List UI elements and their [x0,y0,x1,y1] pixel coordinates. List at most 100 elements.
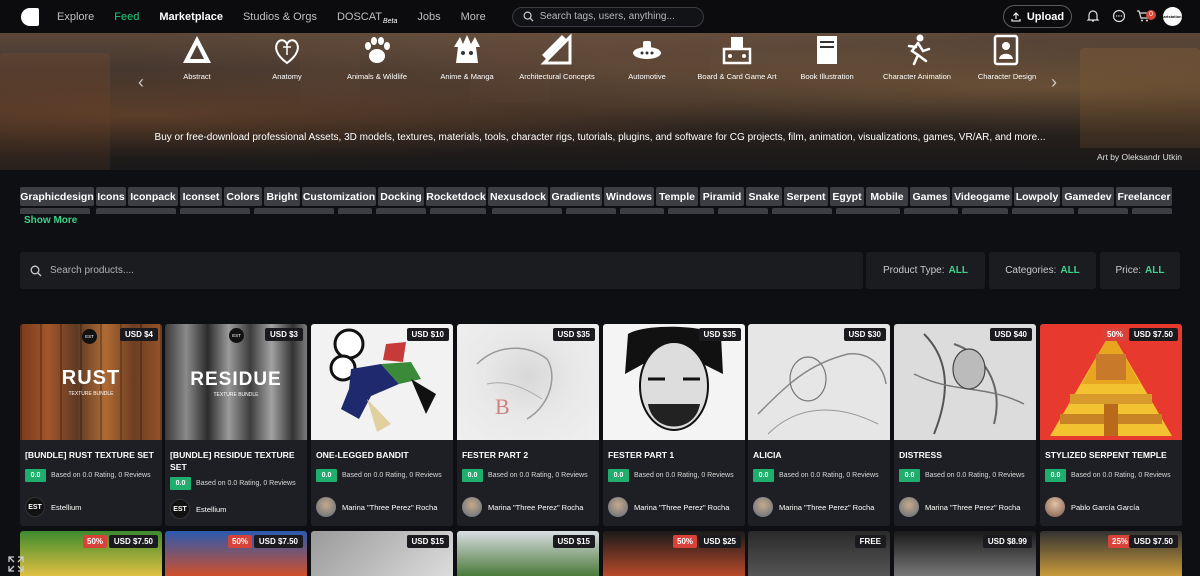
nav-studios[interactable]: Studios & Orgs [243,11,317,23]
product-title[interactable]: ONE-LEGGED BANDIT [316,449,448,461]
category-anime[interactable]: Anime & Manga [422,32,512,81]
show-more-tags-link[interactable]: Show More [24,215,77,226]
tag-chip[interactable]: Gradients [550,187,602,206]
author[interactable]: EST Estellium [25,497,81,517]
category-anatomy[interactable]: Anatomy [242,32,332,81]
categories-filter[interactable]: Categories: ALL [989,252,1096,289]
author[interactable]: Marina "Three Perez" Rocha [753,497,874,517]
tag-chip[interactable]: Graphicdesign [20,187,94,206]
tag-chip[interactable]: Nexusdock [488,187,548,206]
product-card[interactable]: B USD $35 FESTER PART 2 0.0 Based on 0.0 … [457,324,599,526]
category-abstract[interactable]: Abstract [152,32,242,81]
product-title[interactable]: ALICIA [753,449,885,461]
tag-chip[interactable]: Serpent [784,187,828,206]
nav-more[interactable]: More [461,11,486,23]
product-title[interactable]: FESTER PART 2 [462,449,594,461]
author[interactable]: Marina "Three Perez" Rocha [462,497,583,517]
product-card[interactable]: USD $10 ONE-LEGGED BANDIT 0.0 Based on 0.… [311,324,453,526]
tag-chip[interactable]: Bright [264,187,300,206]
product-card[interactable]: USD $30 ALICIA 0.0 Based on 0.0 Rating, 0… [748,324,890,526]
tag-chip[interactable]: Games [910,187,950,206]
product-card[interactable]: 50% USD $7.50 STYLIZED SERPENT TEMPLE 0.… [1040,324,1182,526]
author[interactable]: EST Estellium [170,499,226,519]
nav-doscat[interactable]: DOSCATBeta [336,10,397,25]
product-title[interactable]: FESTER PART 1 [608,449,740,461]
category-architectural[interactable]: Architectural Concepts [512,32,602,81]
product-card[interactable]: USD $35 FESTER PART 1 0.0 Based on 0.0 Ra… [603,324,745,526]
product-thumbnail[interactable]: EST RUST TEXTURE BUNDLE [20,324,162,440]
category-board-card[interactable]: Board & Card Game Art [692,32,782,81]
product-card[interactable]: USD $15 [457,531,599,576]
user-avatar[interactable]: artstation [1163,7,1182,26]
tag-chip[interactable]: Gamedev [1062,187,1114,206]
bell-icon[interactable] [1086,9,1100,23]
product-search-input[interactable] [50,265,450,276]
product-title[interactable]: DISTRESS [899,449,1031,461]
tag-chip[interactable]: Piramid [700,187,744,206]
product-title[interactable]: STYLIZED SERPENT TEMPLE [1045,449,1177,461]
artstation-logo[interactable] [21,7,39,26]
expand-icon[interactable] [8,556,24,572]
hero-credit[interactable]: Art by Oleksandr Utkin [1097,152,1182,162]
category-character-design[interactable]: Character Design [962,32,1052,81]
author-name: Marina "Three Perez" Rocha [634,502,730,512]
product-thumbnail[interactable] [603,324,745,440]
global-search-input[interactable] [539,11,690,22]
tag-chip[interactable]: Egypt [830,187,864,206]
tag-overflow-row [96,208,176,214]
global-search[interactable] [511,6,704,27]
carousel-prev-arrow[interactable]: ‹ [138,72,144,93]
tag-chip[interactable]: Snake [746,187,782,206]
chat-icon[interactable] [1112,9,1126,23]
product-card[interactable]: EST RESIDUE TEXTURE BUNDLE USD $3 [BUNDL… [165,324,307,526]
product-title[interactable]: [BUNDLE] RUST TEXTURE SET [25,449,157,461]
product-title[interactable]: [BUNDLE] RESIDUE TEXTURE SET [170,449,302,473]
upload-button[interactable]: Upload [1003,5,1072,28]
nav-doscat-label: DOSCAT [336,10,382,23]
product-thumbnail[interactable] [748,324,890,440]
tag-chip[interactable]: Videogame [952,187,1012,206]
product-search[interactable] [20,252,863,289]
product-card[interactable]: EST RUST TEXTURE BUNDLE USD $4 [BUNDLE] … [20,324,162,526]
tag-chip[interactable]: Mobile [866,187,908,206]
rating-score: 0.0 [753,469,774,482]
product-card[interactable]: 25% USD $7.50 [1040,531,1182,576]
price-filter[interactable]: Price: ALL [1100,252,1180,289]
tag-chip[interactable]: Colors [224,187,262,206]
tag-chip[interactable]: Rocketdock [426,187,486,206]
product-card[interactable]: USD $8.99 [894,531,1036,576]
product-thumbnail[interactable] [894,324,1036,440]
tag-chip[interactable]: Windows [604,187,654,206]
author[interactable]: Marina "Three Perez" Rocha [316,497,437,517]
category-character-animation[interactable]: Character Animation [872,32,962,81]
product-card[interactable]: FREE [748,531,890,576]
category-animals[interactable]: Animals & Wildlife [332,32,422,81]
product-thumbnail[interactable]: EST RESIDUE TEXTURE BUNDLE [165,324,307,440]
tag-chip[interactable]: Iconpack [128,187,178,206]
product-thumbnail[interactable] [311,324,453,440]
product-card[interactable]: 50% USD $25 [603,531,745,576]
tag-chip[interactable]: Freelancer [1116,187,1172,206]
nav-jobs[interactable]: Jobs [417,11,440,23]
nav-explore[interactable]: Explore [57,11,94,23]
category-book-illustration[interactable]: Book Illustration [782,32,872,81]
author[interactable]: Marina "Three Perez" Rocha [899,497,1020,517]
product-thumbnail[interactable] [1040,324,1182,440]
product-type-filter[interactable]: Product Type: ALL [866,252,985,289]
author[interactable]: Marina "Three Perez" Rocha [608,497,729,517]
tag-chip[interactable]: Docking [378,187,424,206]
tag-chip[interactable]: Temple [656,187,698,206]
product-card[interactable]: 50% USD $7.50 [165,531,307,576]
product-card[interactable]: 50% USD $7.50 [20,531,162,576]
author[interactable]: Pablo García García [1045,497,1139,517]
product-thumbnail[interactable]: B [457,324,599,440]
tag-chip[interactable]: Customization [302,187,376,206]
product-card[interactable]: USD $40 DISTRESS 0.0 Based on 0.0 Rating,… [894,324,1036,526]
product-card[interactable]: USD $15 [311,531,453,576]
tag-chip[interactable]: Iconset [180,187,222,206]
nav-feed[interactable]: Feed [114,11,139,23]
nav-marketplace[interactable]: Marketplace [159,11,223,23]
tag-chip[interactable]: Lowpoly [1014,187,1060,206]
tag-chip[interactable]: Icons [96,187,126,206]
category-automotive[interactable]: Automotive [602,32,692,81]
